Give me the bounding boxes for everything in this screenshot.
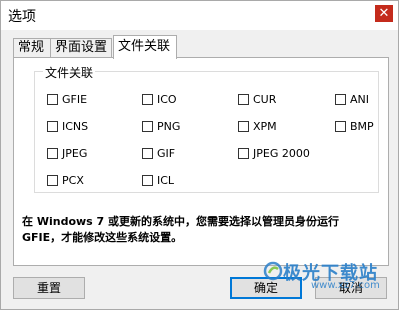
tab-file-association[interactable]: 文件关联 (113, 35, 177, 59)
checkbox-label: PNG (157, 119, 181, 133)
checkbox-box[interactable] (238, 147, 249, 159)
watermark-url: www.xz7.com (311, 280, 380, 291)
checkbox-box[interactable] (142, 174, 153, 186)
checkbox-box[interactable] (142, 93, 153, 105)
checkbox-label: CUR (253, 92, 277, 106)
checkbox-box[interactable] (142, 120, 153, 132)
checkbox-label: ICO (157, 92, 177, 106)
watermark-logo-icon (263, 261, 283, 281)
checkbox-label: GIF (157, 146, 176, 160)
checkbox-box[interactable] (142, 147, 153, 159)
tab-general[interactable]: 常规 (13, 38, 51, 58)
checkbox-jpeg-2000[interactable]: JPEG 2000 (238, 145, 310, 161)
checkbox-bmp[interactable]: BMP (335, 118, 374, 134)
checkbox-box[interactable] (238, 93, 249, 105)
tab-file-association-label: 文件关联 (118, 39, 171, 54)
checkbox-box[interactable] (47, 120, 58, 132)
checkbox-box[interactable] (47, 93, 58, 105)
watermark: 极光下载站 www.xz7.com (263, 259, 395, 299)
checkbox-icl[interactable]: ICL (142, 172, 174, 188)
window-title: 选项 (8, 9, 36, 25)
checkbox-ico[interactable]: ICO (142, 91, 177, 107)
checkbox-ani[interactable]: ANI (335, 91, 369, 107)
checkbox-label: JPEG 2000 (253, 146, 310, 160)
tab-general-label: 常规 (18, 40, 45, 55)
close-icon: ✕ (378, 6, 390, 21)
close-button[interactable]: ✕ (375, 5, 393, 22)
checkbox-label: GFIE (62, 92, 88, 106)
checkbox-box[interactable] (47, 174, 58, 186)
checkbox-label: BMP (350, 119, 374, 133)
checkbox-label: ICNS (62, 119, 89, 133)
admin-note-line-1: 在 Windows 7 或更新的系统中，您需要选择以管理员身份运行 (22, 215, 340, 228)
checkbox-label: XPM (253, 119, 277, 133)
checkbox-jpeg[interactable]: JPEG (47, 145, 87, 161)
reset-button[interactable]: 重置 (13, 277, 85, 299)
admin-note: 在 Windows 7 或更新的系统中，您需要选择以管理员身份运行 GFIE，才… (22, 214, 386, 246)
options-dialog: 选项 ✕ 常规 界面设置 文件关联 文件关联 GFIE ICO CUR ANI … (0, 0, 399, 310)
checkbox-box[interactable] (335, 93, 346, 105)
checkbox-label: JPEG (62, 146, 88, 160)
reset-button-label: 重置 (36, 281, 61, 295)
checkbox-label: PCX (62, 173, 84, 187)
checkbox-box[interactable] (47, 147, 58, 159)
checkbox-icns[interactable]: ICNS (47, 118, 88, 134)
title-bar: 选项 ✕ (1, 1, 398, 30)
tab-interface-settings[interactable]: 界面设置 (50, 38, 112, 58)
checkbox-box[interactable] (335, 120, 346, 132)
tab-interface-settings-label: 界面设置 (55, 40, 108, 55)
tab-panel-file-association: 文件关联 GFIE ICO CUR ANI ICNS PNG XPM BMP J… (13, 57, 389, 266)
checkbox-xpm[interactable]: XPM (238, 118, 277, 134)
checkbox-label: ANI (350, 92, 369, 106)
file-association-group: 文件关联 GFIE ICO CUR ANI ICNS PNG XPM BMP J… (34, 64, 379, 193)
group-title: 文件关联 (43, 64, 96, 81)
checkbox-png[interactable]: PNG (142, 118, 180, 134)
checkbox-gif[interactable]: GIF (142, 145, 175, 161)
checkbox-gfie[interactable]: GFIE (47, 91, 87, 107)
admin-note-line-2: GFIE，才能修改这些系统设置。 (22, 231, 183, 244)
checkbox-cur[interactable]: CUR (238, 91, 276, 107)
checkbox-pcx[interactable]: PCX (47, 172, 84, 188)
checkbox-box[interactable] (238, 120, 249, 132)
checkbox-label: ICL (157, 173, 175, 187)
